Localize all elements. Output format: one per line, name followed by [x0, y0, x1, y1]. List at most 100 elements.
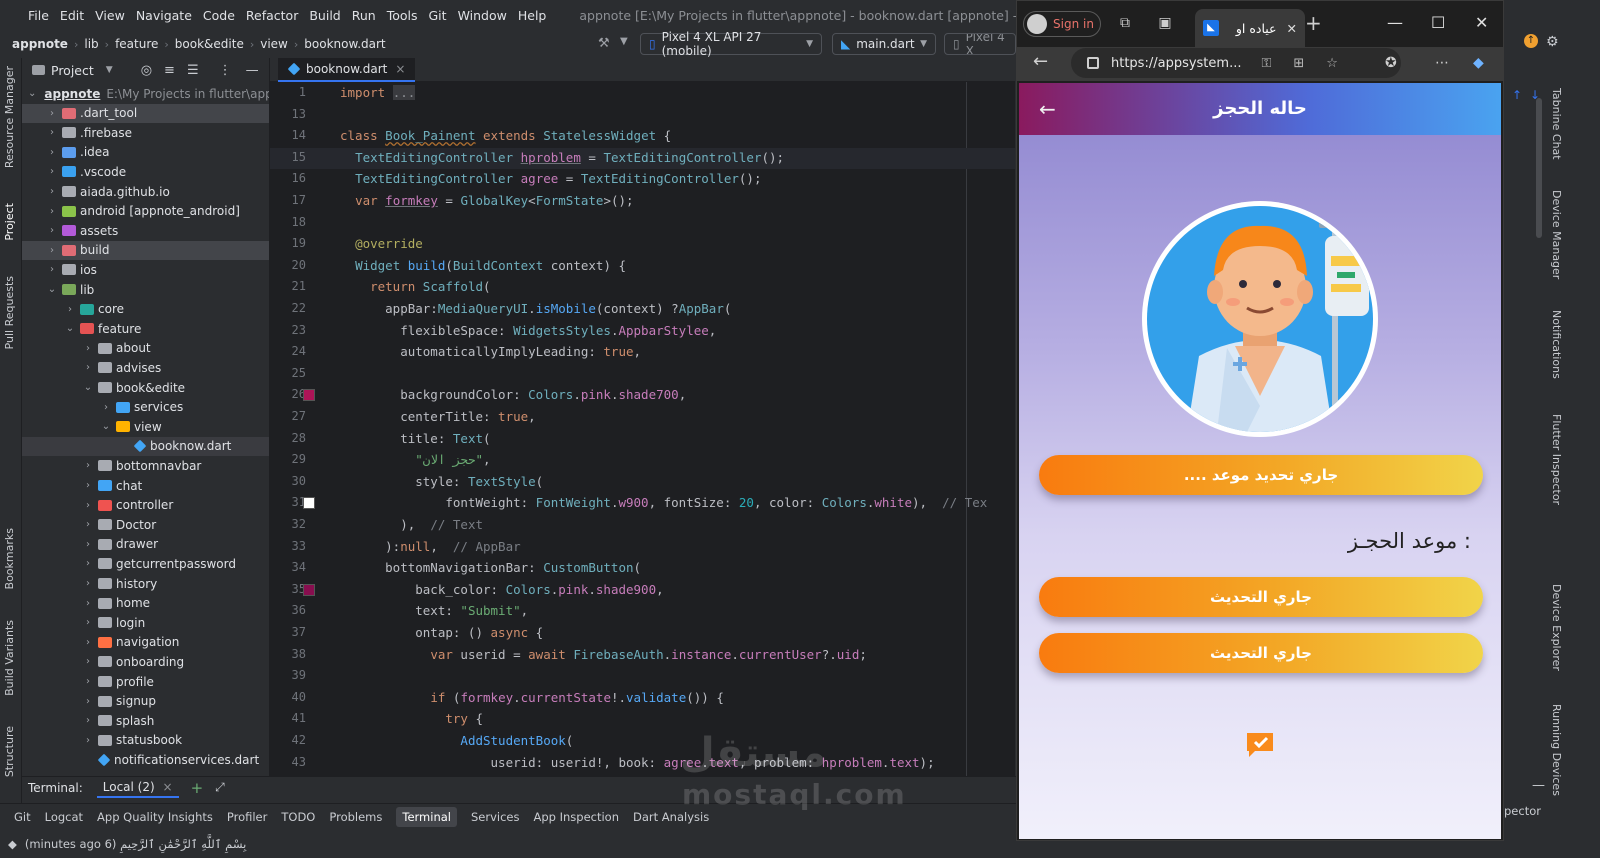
menu-file[interactable]: File [28, 8, 49, 23]
code-line[interactable]: TextEditingController agree = TextEditin… [340, 171, 761, 186]
code-line[interactable]: style: TextStyle( [340, 474, 543, 489]
chevron-right-icon[interactable]: › [82, 598, 94, 609]
chevron-right-icon[interactable]: › [46, 108, 58, 119]
menu-build[interactable]: Build [309, 8, 340, 23]
tree-item-onboarding[interactable]: › onboarding [22, 652, 269, 671]
tab-structure[interactable]: Structure [3, 726, 16, 777]
tab-device-manager[interactable]: Device Manager [1550, 190, 1563, 279]
chevron-right-icon[interactable]: › [46, 186, 58, 197]
run-config-selector[interactable]: ◣ main.dart ▼ [832, 33, 936, 55]
device-selector[interactable]: ▯ Pixel 4 XL API 27 (mobile) ▼ [640, 30, 822, 58]
add-terminal-icon[interactable]: + [191, 779, 204, 797]
chevron-down-icon[interactable]: ⌄ [100, 421, 112, 432]
secondary-device-selector[interactable]: ▯ Pixel 4 X [944, 33, 1016, 55]
chevron-right-icon[interactable]: › [82, 696, 94, 707]
tree-item-login[interactable]: › login [22, 613, 269, 632]
breadcrumb-item[interactable]: appnote [12, 37, 68, 51]
menu-window[interactable]: Window [458, 8, 507, 23]
code-line[interactable]: ontap: () async { [340, 625, 543, 640]
tree-item-lib[interactable]: ⌄ lib [22, 280, 269, 299]
tree-item-controller[interactable]: › controller [22, 496, 269, 515]
more-menu-icon[interactable]: ⋯ [1435, 55, 1449, 71]
code-line[interactable]: centerTitle: true, [340, 409, 535, 424]
editor-scrollbar[interactable] [1536, 98, 1542, 238]
tab-bookmarks[interactable]: Bookmarks [3, 528, 16, 589]
code-line[interactable]: text: "Submit", [340, 603, 528, 618]
tab-device-explorer[interactable]: Device Explorer [1550, 584, 1563, 671]
expand-all-icon[interactable]: ≡ [164, 63, 175, 78]
tool-todo[interactable]: TODO [281, 810, 315, 824]
tool-problems[interactable]: Problems [329, 810, 382, 824]
code-line[interactable]: bottomNavigationBar: CustomButton( [340, 560, 641, 575]
code-line[interactable]: try { [340, 711, 483, 726]
chevron-right-icon[interactable]: › [82, 558, 94, 569]
code-line[interactable]: ), // Text [340, 517, 483, 532]
tool-dart-analysis[interactable]: Dart Analysis [633, 810, 709, 824]
code-line[interactable]: AddStudentBook( [340, 733, 573, 748]
down-arrow-icon[interactable]: ↓ [1530, 88, 1540, 102]
tree-item--dart-tool[interactable]: › .dart_tool [22, 103, 269, 123]
tree-item-splash[interactable]: › splash [22, 711, 269, 730]
tree-item-feature[interactable]: ⌄ feature [22, 319, 269, 338]
breadcrumb-item[interactable]: booknow.dart [304, 37, 385, 51]
code-line[interactable]: Widget build(BuildContext context) { [340, 258, 626, 273]
chevron-right-icon[interactable]: › [46, 127, 58, 138]
copilot-icon[interactable]: ◆ [1473, 55, 1484, 71]
tree-item-signup[interactable]: › signup [22, 692, 269, 711]
new-tab-icon[interactable]: + [1305, 13, 1322, 33]
chevron-right-icon[interactable]: › [82, 343, 94, 354]
tree-item-advises[interactable]: › advises [22, 358, 269, 377]
tree-item-profile[interactable]: › profile [22, 672, 269, 691]
terminal-tab-local[interactable]: Local (2) × [96, 778, 179, 798]
chevron-right-icon[interactable]: › [64, 304, 76, 315]
menu-tools[interactable]: Tools [387, 8, 418, 23]
tab-pull-requests[interactable]: Pull Requests [3, 276, 16, 349]
chevron-right-icon[interactable]: › [82, 578, 94, 589]
minimize-icon[interactable]: — [246, 63, 259, 78]
settings-gear-icon[interactable]: ⚙ [1546, 34, 1559, 50]
chevron-down-icon[interactable]: ⌄ [28, 88, 36, 99]
tree-item--vscode[interactable]: › .vscode [22, 162, 269, 181]
workspaces-icon[interactable]: ⧉ [1117, 15, 1133, 31]
tree-item-booknow-dart[interactable]: booknow.dart [22, 436, 269, 456]
code-line[interactable]: @override [340, 236, 423, 251]
menu-help[interactable]: Help [518, 8, 547, 23]
tree-item-view[interactable]: ⌄ view [22, 417, 269, 436]
tool-profiler[interactable]: Profiler [227, 810, 268, 824]
tool-git[interactable]: Git [14, 810, 31, 824]
minimize-icon[interactable]: — [1532, 778, 1545, 793]
tree-item-notificationservices-dart[interactable]: notificationservices.dart [22, 750, 269, 769]
tab-build-variants[interactable]: Build Variants [3, 620, 16, 696]
minimize-window-icon[interactable]: — [1387, 13, 1403, 32]
code-line[interactable]: ):null, // AppBar [340, 539, 521, 554]
address-bar[interactable]: https://appsystem... ⚿ ⊞ ☆ [1071, 48, 1401, 78]
tree-item-book-edite[interactable]: ⌄ book&edite [22, 378, 269, 397]
tool-app-quality-insights[interactable]: App Quality Insights [97, 810, 213, 824]
code-line[interactable]: appBar:MediaQueryUI.isMobile(context) ?A… [340, 301, 731, 316]
update-status-button-2[interactable]: جاري التحديث [1039, 633, 1483, 673]
chevron-right-icon[interactable]: › [82, 637, 94, 648]
color-swatch-icon[interactable] [303, 389, 315, 402]
chevron-down-icon[interactable]: ▼ [106, 65, 113, 75]
lock-icon[interactable] [1087, 57, 1099, 69]
up-arrow-icon[interactable]: ↑ [1512, 88, 1522, 102]
code-line[interactable]: TextEditingController hproblem = TextEdi… [340, 150, 784, 165]
more-options-icon[interactable]: ⋮ [219, 63, 232, 78]
menu-view[interactable]: View [95, 8, 125, 23]
chevron-right-icon[interactable]: › [46, 245, 58, 256]
chevron-right-icon[interactable]: › [46, 264, 58, 275]
menu-code[interactable]: Code [203, 8, 235, 23]
maximize-window-icon[interactable]: ☐ [1431, 13, 1445, 32]
code-line[interactable]: return Scaffold( [340, 279, 490, 294]
vertical-tabs-icon[interactable]: ▣ [1157, 15, 1173, 31]
chat-check-icon[interactable] [1245, 731, 1275, 759]
tree-item-about[interactable]: › about [22, 339, 269, 358]
tab-running-devices[interactable]: Running Devices [1550, 704, 1563, 796]
inspector-tool-label[interactable]: pector [1504, 804, 1541, 818]
chevron-right-icon[interactable]: › [82, 676, 94, 687]
close-icon[interactable]: × [163, 780, 173, 794]
profile-sign-in-button[interactable]: Sign in [1023, 11, 1101, 37]
chevron-right-icon[interactable]: › [82, 460, 94, 471]
chevron-right-icon[interactable]: › [46, 225, 58, 236]
chevron-right-icon[interactable]: › [82, 656, 94, 667]
